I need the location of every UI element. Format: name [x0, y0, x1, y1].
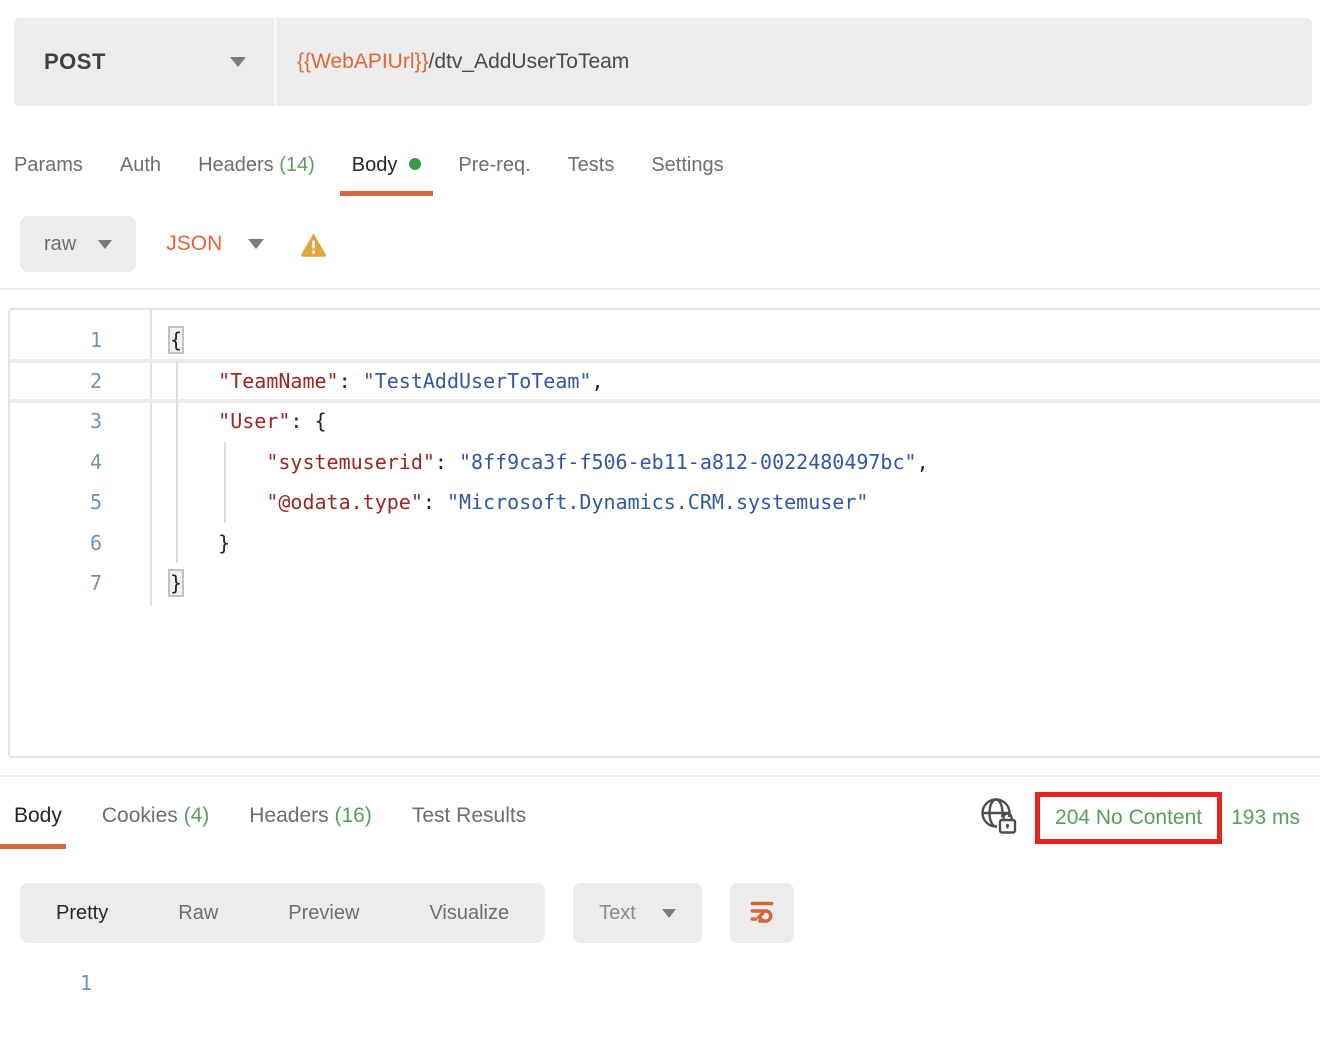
line-number: 3 [10, 401, 150, 442]
line-number: 7 [10, 563, 150, 604]
tab-label: Body [14, 804, 62, 827]
code-text: { [150, 320, 182, 361]
response-meta: 204 No Content 193 ms [977, 792, 1300, 844]
language-dropdown[interactable]: JSON [166, 232, 264, 256]
code-line-2[interactable]: 2 "TeamName": "TestAddUserToTeam", [10, 361, 1320, 402]
tab-label: Auth [120, 154, 161, 176]
view-visualize[interactable]: Visualize [429, 902, 509, 925]
indent-guide [176, 361, 178, 563]
code-line-3[interactable]: 3 "User": { [10, 401, 1320, 442]
response-type-dropdown[interactable]: Text [573, 883, 702, 943]
code-line-6[interactable]: 6 } [10, 523, 1320, 564]
line-wrap-button[interactable] [730, 883, 794, 943]
status-annotation-box: 204 No Content [1035, 792, 1222, 844]
view-preview[interactable]: Preview [288, 902, 359, 925]
chevron-down-icon [98, 240, 112, 249]
response-divider [0, 775, 1320, 777]
tab-label: Pre-req. [458, 154, 530, 176]
code-line-7[interactable]: 7} [10, 563, 1320, 604]
warning-triangle-icon[interactable] [300, 232, 327, 257]
globe-lock-icon [977, 795, 1019, 842]
chevron-down-icon [248, 239, 264, 249]
response-body[interactable]: 1 [0, 971, 1320, 995]
response-type-label: Text [599, 902, 636, 925]
code-line-5[interactable]: 5 "@odata.type": "Microsoft.Dynamics.CRM… [10, 482, 1320, 523]
tab-label: Tests [568, 154, 615, 176]
code-text: } [150, 563, 182, 604]
toolbar-divider [0, 288, 1320, 290]
indent-guide [224, 442, 226, 523]
line-number: 2 [10, 361, 150, 402]
code-line-4[interactable]: 4 "systemuserid": "8ff9ca3f-f506-eb11-a8… [10, 442, 1320, 483]
response-view-switcher: Pretty Raw Preview Visualize [20, 883, 545, 943]
tab-tests[interactable]: Tests [568, 152, 615, 196]
tab-label: Headers [249, 804, 328, 827]
url-variable: {{WebAPIUrl}} [297, 50, 429, 74]
chevron-down-icon [230, 57, 246, 67]
tab-auth[interactable]: Auth [120, 152, 161, 196]
tab-label: Params [14, 154, 83, 176]
url-path: /dtv_AddUserToTeam [429, 50, 630, 74]
view-raw[interactable]: Raw [178, 902, 218, 925]
response-view-toolbar: Pretty Raw Preview Visualize Text [20, 883, 1320, 943]
chevron-down-icon [662, 909, 676, 918]
tab-count: (14) [274, 154, 315, 176]
tab-label: Headers [198, 154, 274, 176]
tab-headers[interactable]: Headers (14) [198, 152, 315, 196]
response-tab-headers[interactable]: Headers (16) [249, 787, 372, 849]
code-text: "systemuserid": "8ff9ca3f-f506-eb11-a812… [150, 442, 929, 483]
url-input[interactable]: {{WebAPIUrl}}/dtv_AddUserToTeam [277, 18, 1312, 106]
body-format-dropdown[interactable]: raw [20, 216, 136, 272]
code-text: } [150, 523, 230, 564]
line-number: 5 [10, 482, 150, 523]
request-tabs: Params Auth Headers (14) Body Pre-req. Tests S… [14, 152, 1320, 196]
line-wrap-icon [747, 896, 777, 931]
body-format-label: raw [44, 233, 76, 256]
response-status: 204 No Content [1055, 806, 1202, 829]
response-tab-test-results[interactable]: Test Results [412, 787, 526, 849]
unsaved-dot-icon [409, 158, 421, 170]
line-number: 6 [10, 523, 150, 564]
body-type-toolbar: raw JSON [20, 216, 1320, 272]
request-body-editor[interactable]: 1{2 "TeamName": "TestAddUserToTeam",3 "U… [8, 308, 1320, 758]
tab-count: (4) [178, 804, 210, 827]
request-url-bar: POST {{WebAPIUrl}}/dtv_AddUserToTeam [14, 18, 1312, 106]
tab-count: (16) [329, 804, 372, 827]
response-tab-body[interactable]: Body [14, 787, 62, 849]
tab-label: Settings [651, 154, 723, 176]
response-tab-cookies[interactable]: Cookies (4) [102, 787, 209, 849]
tab-body[interactable]: Body [352, 152, 422, 196]
tab-label: Cookies [102, 804, 178, 827]
response-line-number: 1 [0, 971, 140, 995]
method-dropdown[interactable]: POST [14, 18, 277, 106]
tab-params[interactable]: Params [14, 152, 83, 196]
response-tabs: Body Cookies (4) Headers (16) Test Results [14, 787, 526, 849]
tab-pre-req-[interactable]: Pre-req. [458, 152, 530, 196]
language-label: JSON [166, 232, 222, 256]
code-line-1[interactable]: 1{ [10, 320, 1320, 361]
code-text: "@odata.type": "Microsoft.Dynamics.CRM.s… [150, 482, 868, 523]
method-label: POST [44, 49, 106, 75]
view-pretty[interactable]: Pretty [56, 902, 108, 925]
line-number: 1 [10, 320, 150, 361]
tab-label: Body [352, 154, 398, 176]
tab-settings[interactable]: Settings [651, 152, 723, 196]
response-header: BodyCookies (4)Headers (16)Test Results … [14, 787, 1300, 849]
tab-label: Test Results [412, 804, 526, 827]
response-time: 193 ms [1231, 806, 1300, 830]
line-number: 4 [10, 442, 150, 483]
code-text: "TeamName": "TestAddUserToTeam", [150, 361, 604, 402]
